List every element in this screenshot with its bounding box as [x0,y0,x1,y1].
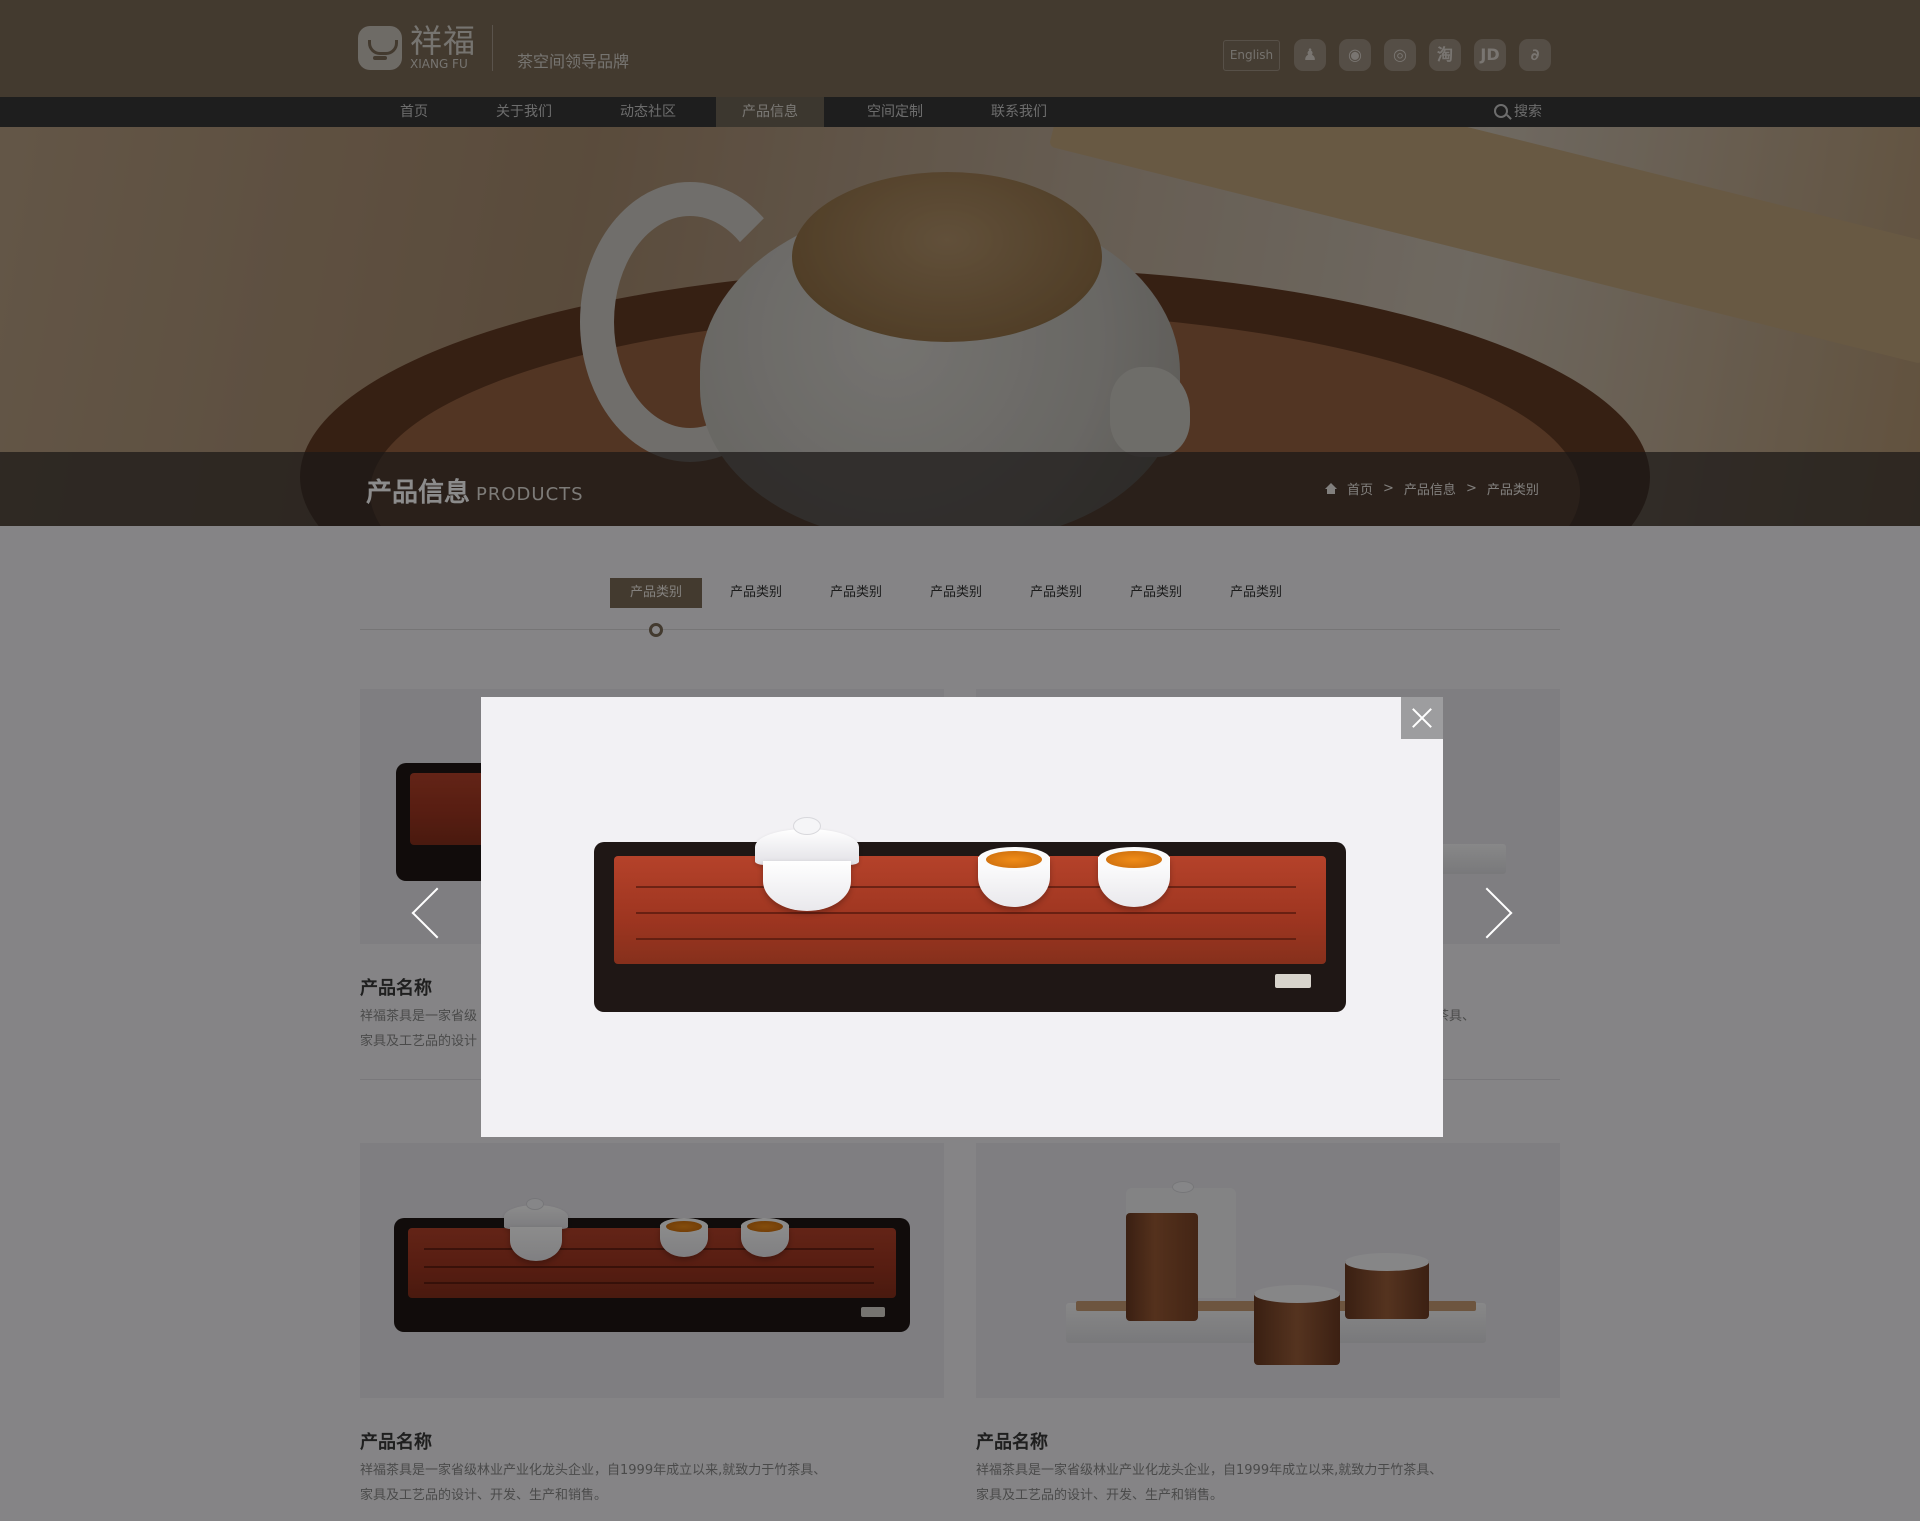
gaiwan-knob [793,817,821,835]
tea-liquid [986,851,1042,868]
tea-liquid [1106,851,1162,868]
tray-groove [636,886,1296,888]
close-icon[interactable] [1401,697,1443,739]
lightbox-tea-tray-image [594,842,1346,1012]
tray-groove [636,938,1296,940]
tray-tag [1275,974,1311,988]
tray-surface [614,856,1326,964]
tray-groove [636,912,1296,914]
lightbox-modal [481,697,1443,1137]
